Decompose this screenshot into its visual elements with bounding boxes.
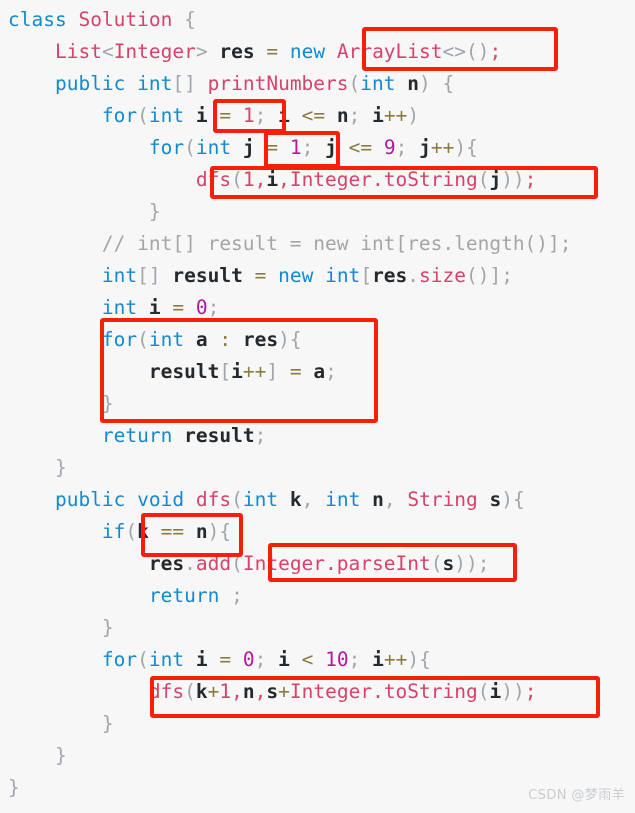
code-line-10: int i = 0; [101, 296, 220, 319]
code-line-4: for(int i = 1; i <= n; i++) [101, 104, 420, 127]
code-line-23: } [101, 712, 114, 735]
code-line-14: return result; [101, 424, 267, 447]
code-line-24: } [54, 744, 67, 767]
code-line-13: } [101, 392, 114, 415]
code-line-22: dfs(k+1,n,s+Integer.toString(i)); [148, 680, 537, 703]
code-line-8: // int[] result = new int[res.length()]; [8, 232, 572, 255]
code-line-1: class Solution { [8, 8, 196, 31]
code-line-19: return ; [148, 584, 243, 607]
code-line-6: dfs(1,i,Integer.toString(j)); [195, 168, 537, 191]
code-line-5: for(int j = 1; j <= 9; j++){ [148, 136, 478, 159]
code-line-18: res.add(Integer.parseInt(s)); [148, 552, 490, 575]
csdn-watermark: CSDN @梦雨羊 [528, 788, 625, 803]
code-line-20: } [101, 616, 114, 639]
code-line-2: List<Integer> res = new ArrayList<>(); [54, 40, 502, 63]
code-line-21: for(int i = 0; i < 10; i++){ [101, 648, 431, 671]
code-line-3: public int[] printNumbers(int n) { [54, 72, 455, 95]
code-line-15: } [54, 456, 67, 479]
code-line-25: } [8, 776, 20, 799]
code-line-11: for(int a : res){ [101, 328, 302, 351]
code-snippet-surface: class Solution { List<Integer> res = new… [0, 0, 635, 813]
code-line-7: } [148, 200, 161, 223]
code-line-16: public void dfs(int k, int n, String s){ [54, 488, 525, 511]
code-line-9: int[] result = new int[res.size()]; [101, 264, 513, 287]
code-line-12: result[i++] = a; [148, 360, 337, 383]
code-line-17: if(k == n){ [101, 520, 232, 543]
